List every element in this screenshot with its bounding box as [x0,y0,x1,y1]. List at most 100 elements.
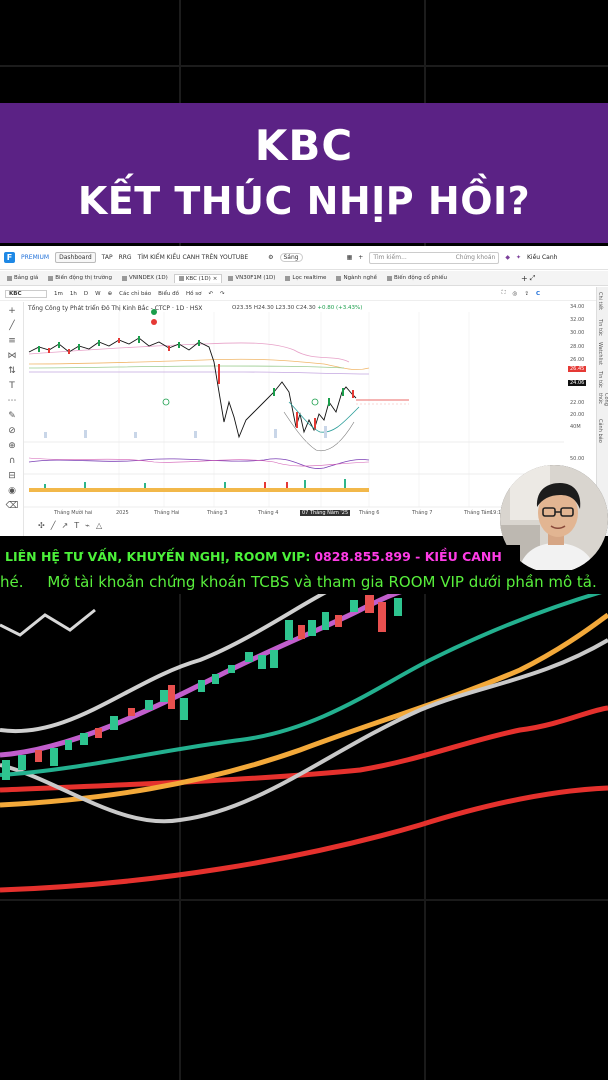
chart-type-button[interactable]: Biểu đồ [158,291,179,297]
tab-label: Ngành nghề [343,275,377,281]
price-tag-current: 26.45 [568,366,587,372]
projection-icon[interactable]: ⇅ [4,365,20,377]
app-topbar: F PREMIUM Dashboard TAP RRG TÌM KIẾM KIỀ… [0,246,608,270]
lock-icon[interactable]: ⊟ [4,470,20,482]
contact-prefix: LIÊN HỆ TƯ VẤN, KHUYẾN NGHỊ, ROOM VIP: [5,548,311,564]
line-tool-icon[interactable]: ╱ [51,521,56,530]
tab-vn30f1m[interactable]: VN30F1M (1D) [224,274,279,282]
theme-toggle[interactable]: Sáng [279,253,303,262]
rail-item-news[interactable]: Tin tức [597,315,603,339]
expand-icon[interactable]: ⤢ [530,274,536,283]
symbol-input[interactable]: KBC [5,289,47,298]
tab-bar: Bảng giá Biến động thị trường VNINDEX (1… [0,271,608,286]
chart-ohlc: O23.35 H24.30 L23.30 C24.30 +0.80 (+3.43… [232,305,362,311]
undo-icon[interactable]: ↶ [208,291,213,297]
candle-icon [178,276,184,281]
rail-item-detail[interactable]: Chi tiết [597,289,603,313]
topbar-link-rrg[interactable]: RRG [119,254,132,261]
price-tick: 32.00 [570,317,585,323]
magnet-icon[interactable]: ∩ [4,455,20,467]
close-icon[interactable]: × [213,276,218,282]
text-tool-icon[interactable]: T [74,521,79,530]
share-icon[interactable]: ⇪ [524,291,529,297]
rail-item-alerts[interactable]: Cảnh báo [597,419,603,443]
tab-label: VNINDEX (1D) [128,275,168,281]
interval-w[interactable]: W [95,291,100,297]
filter-icon [285,275,291,281]
tab-label: Bảng giá [14,275,39,281]
pattern-icon[interactable]: ⋈ [4,350,20,362]
ruler-icon[interactable]: ⊘ [4,425,20,437]
table-icon [7,275,12,281]
time-tick: Tháng 3 [207,510,228,516]
price-tick: 30.00 [570,330,585,336]
pitchfork-icon[interactable]: ⋯ [4,395,20,407]
price-tick: 28.00 [570,344,585,350]
search-input[interactable]: Tìm kiếm... Chứng khoán [369,251,500,264]
eye-icon[interactable]: ◉ [4,485,20,497]
rail-item-watchlist[interactable]: Watchlist [597,341,603,365]
fib-icon[interactable]: ≡ [4,335,20,347]
rail-item-news-2[interactable]: Tin tức [597,367,603,391]
settings-icon[interactable]: ⚙ [268,254,273,261]
interval-d[interactable]: D [84,291,88,297]
time-tick: Tháng Hai [154,510,180,516]
refresh-icon[interactable]: C [536,291,540,297]
tab-label: VN30F1M (1D) [235,275,276,281]
star-icon[interactable]: ✦ [516,254,521,261]
camera-icon[interactable]: ◎ [513,291,518,297]
triangle-tool-icon[interactable]: △ [96,521,102,530]
tab-kbc[interactable]: KBC (1D) × [173,273,223,283]
tab-label: Biến động thị trường [55,275,112,281]
tab-stock-movement[interactable]: Biến động cổ phiếu [383,274,451,282]
fullscreen-icon[interactable]: ⛶ [502,290,506,297]
time-tick: Tháng Mười hai [54,510,93,516]
notification-icon[interactable]: ◆ [505,254,510,261]
user-name[interactable]: Kiều Canh [527,254,557,261]
time-cursor-label: 07 Tháng Năm '25 [300,510,351,516]
candle-icon [228,275,234,281]
price-chart[interactable] [24,302,570,536]
trash-icon[interactable]: ⌫ [4,500,20,512]
cross-tool-icon[interactable]: ✣ [38,521,45,530]
layout-grid-icon[interactable]: ▦ [347,254,353,261]
text-icon[interactable]: T [4,380,20,392]
indicators-button[interactable]: Các chỉ báo [119,291,151,297]
price-tick: 20.00 [570,412,585,418]
redo-icon[interactable]: ↷ [220,291,225,297]
tab-industry[interactable]: Ngành nghề [332,274,381,282]
bottom-draw-tools: ✣ ╱ ↗ T ⌁ △ [24,519,164,531]
chart-icon [48,275,54,281]
path-tool-icon[interactable]: ⌁ [85,521,90,530]
rail-item-formula[interactable]: Công thức [597,393,608,417]
trend-line-icon[interactable]: ╱ [4,320,20,332]
contact-phone: 0828.855.899 - KIỀU CANH [314,548,502,564]
add-tab-icon[interactable]: + [521,274,528,283]
tab-vnindex[interactable]: VNINDEX (1D) [118,274,172,282]
chart-title: Tổng Công ty Phát triển Đô Thị Kinh Bắc … [28,305,203,312]
interval-1h[interactable]: 1h [70,291,77,297]
price-change: +0.80 (+3.43%) [317,305,363,311]
time-tick: Tháng 7 [412,510,433,516]
title-banner: KBC KẾT THÚC NHỊP HỒI? [0,103,608,243]
compare-icon[interactable]: ⊕ [108,291,113,297]
dashboard-button[interactable]: Dashboard [55,252,96,263]
tab-realtime-filter[interactable]: Lọc realtime [281,274,330,282]
brush-icon[interactable]: ✎ [4,410,20,422]
profile-button[interactable]: Hồ sơ [186,291,201,297]
app-logo-icon: F [4,252,15,263]
interval-1m[interactable]: 1m [54,291,63,297]
tab-label: Lọc realtime [292,275,327,281]
crosshair-icon[interactable]: + [4,305,20,317]
topbar-link-youtube[interactable]: TÌM KIẾM KIỀU CANH TRÊN YOUTUBE [138,254,249,261]
time-axis[interactable]: Tháng Mười hai 2025 Tháng Hai Tháng 3 Th… [24,509,570,519]
zoom-icon[interactable]: ⊕ [4,440,20,452]
topbar-link-tap[interactable]: TAP [102,254,113,261]
candle-icon [121,275,127,281]
add-icon[interactable]: + [358,254,363,261]
arrow-tool-icon[interactable]: ↗ [62,521,69,530]
tab-market-movement[interactable]: Biến động thị trường [44,274,116,282]
price-tick: 34.00 [570,304,585,310]
chart-toolbar: KBC 1m 1h D W ⊕ Các chỉ báo Biểu đồ Hồ s… [0,287,596,301]
tab-price-board[interactable]: Bảng giá [3,274,42,282]
